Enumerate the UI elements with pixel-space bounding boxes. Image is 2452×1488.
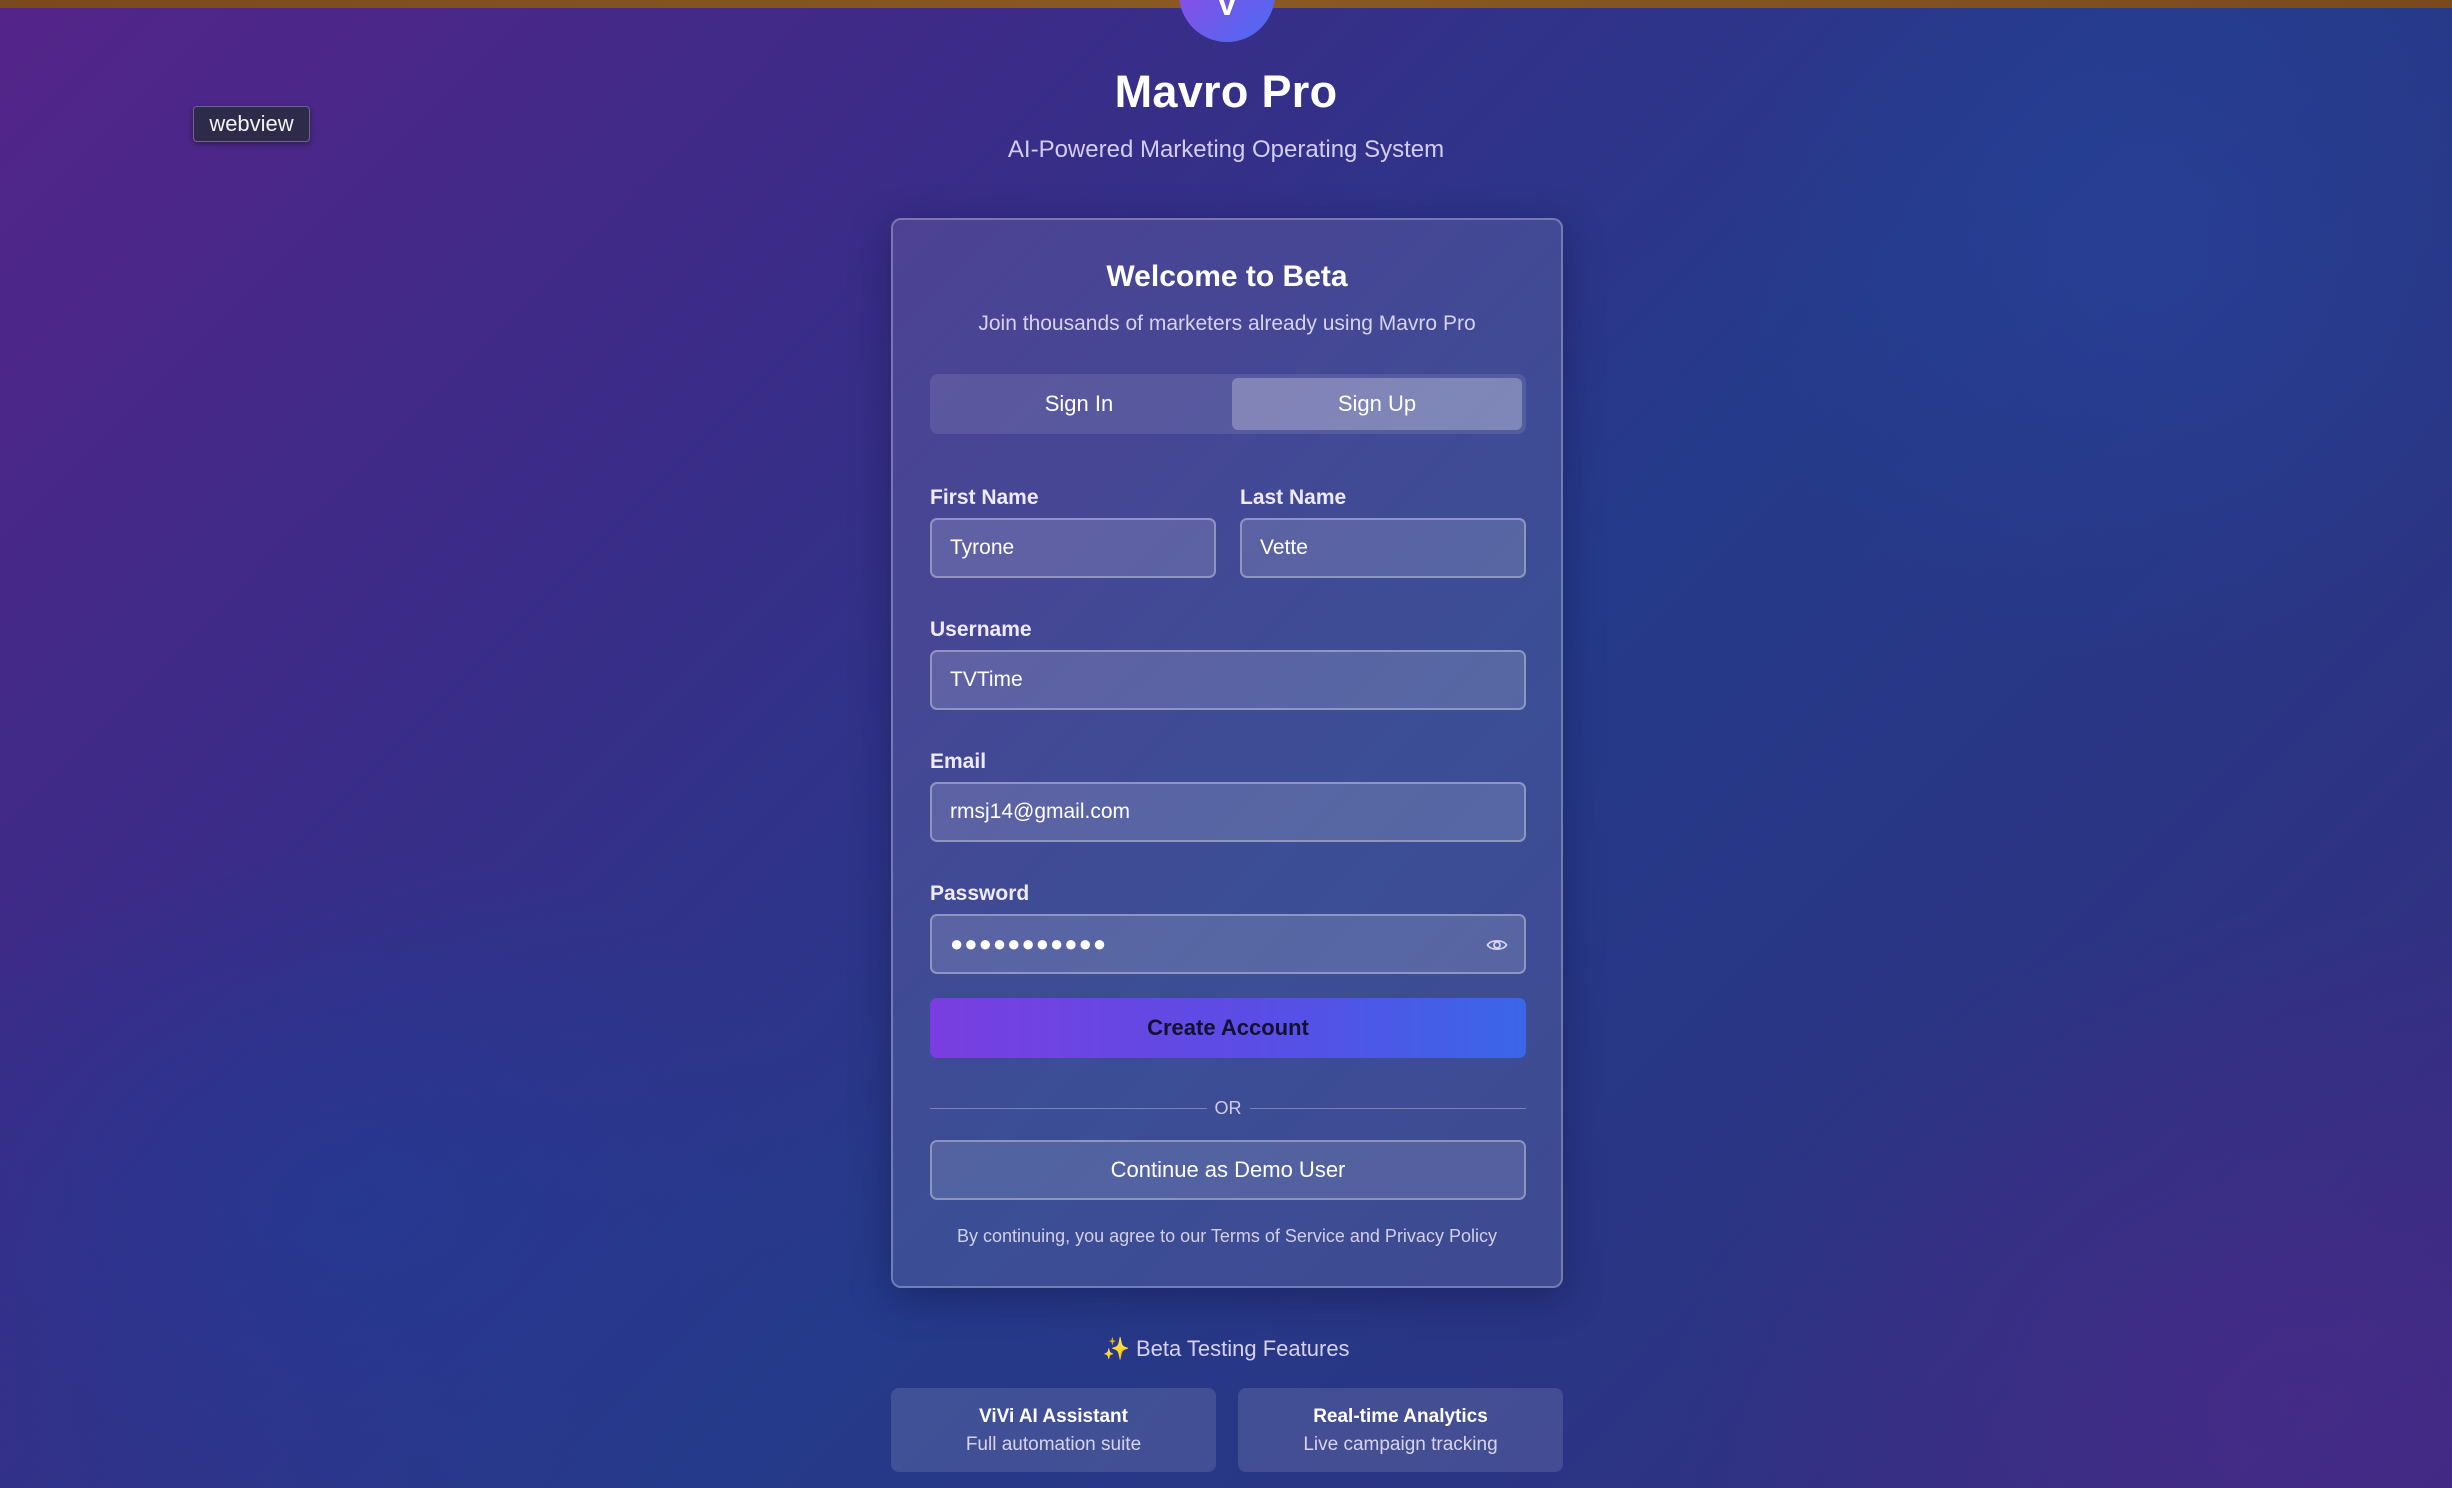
feature-card-vivi: ViVi AI Assistant Full automation suite (891, 1388, 1216, 1472)
app-subtitle: AI-Powered Marketing Operating System (1007, 136, 1445, 163)
card-title: Welcome to Beta (1106, 260, 1348, 293)
card-subtitle: Join thousands of marketers already usin… (978, 312, 1476, 335)
feature-description: Live campaign tracking (1303, 1434, 1498, 1455)
eye-icon[interactable] (1486, 934, 1508, 956)
feature-title: ViVi AI Assistant (979, 1406, 1128, 1427)
auth-card: Welcome to Beta Join thousands of market… (891, 218, 1563, 1288)
first-name-value: Tyrone (950, 536, 1015, 559)
tab-sign-in[interactable]: Sign In (934, 378, 1224, 430)
email-input[interactable]: rmsj14@gmail.com (930, 782, 1526, 842)
demo-user-button[interactable]: Continue as Demo User (930, 1140, 1526, 1200)
first-name-input[interactable]: Tyrone (930, 518, 1216, 578)
divider-line-left (930, 1107, 1207, 1109)
beta-features-heading: ✨ Beta Testing Features (1102, 1336, 1350, 1361)
terms-text: By continuing, you agree to our Terms of… (957, 1226, 1497, 1246)
last-name-input[interactable]: Vette (1240, 518, 1526, 578)
divider-text: OR (1214, 1097, 1242, 1118)
email-label: Email (930, 750, 987, 773)
or-divider: OR (930, 1096, 1526, 1120)
username-value: TVTime (950, 668, 1023, 691)
username-input[interactable]: TVTime (930, 650, 1526, 710)
create-account-button[interactable]: Create Account (930, 998, 1526, 1058)
first-name-label: First Name (930, 486, 1039, 509)
email-value: rmsj14@gmail.com (950, 800, 1131, 823)
password-input[interactable]: ●●●●●●●●●●● (930, 914, 1526, 974)
feature-title: Real-time Analytics (1313, 1406, 1488, 1427)
feature-description: Full automation suite (965, 1434, 1142, 1455)
auth-tabs: Sign In Sign Up (930, 374, 1526, 434)
app-title: Mavro Pro (1114, 66, 1338, 117)
app-logo: V (1179, 0, 1275, 42)
feature-card-analytics: Real-time Analytics Live campaign tracki… (1238, 1388, 1563, 1472)
divider-line-right (1249, 1107, 1526, 1109)
logo-letter: V (1215, 0, 1239, 23)
password-value: ●●●●●●●●●●● (950, 931, 1108, 956)
username-label: Username (930, 618, 1032, 641)
password-label: Password (930, 882, 1030, 905)
last-name-value: Vette (1260, 536, 1308, 559)
tab-sign-up[interactable]: Sign Up (1232, 378, 1522, 430)
last-name-label: Last Name (1240, 486, 1347, 509)
